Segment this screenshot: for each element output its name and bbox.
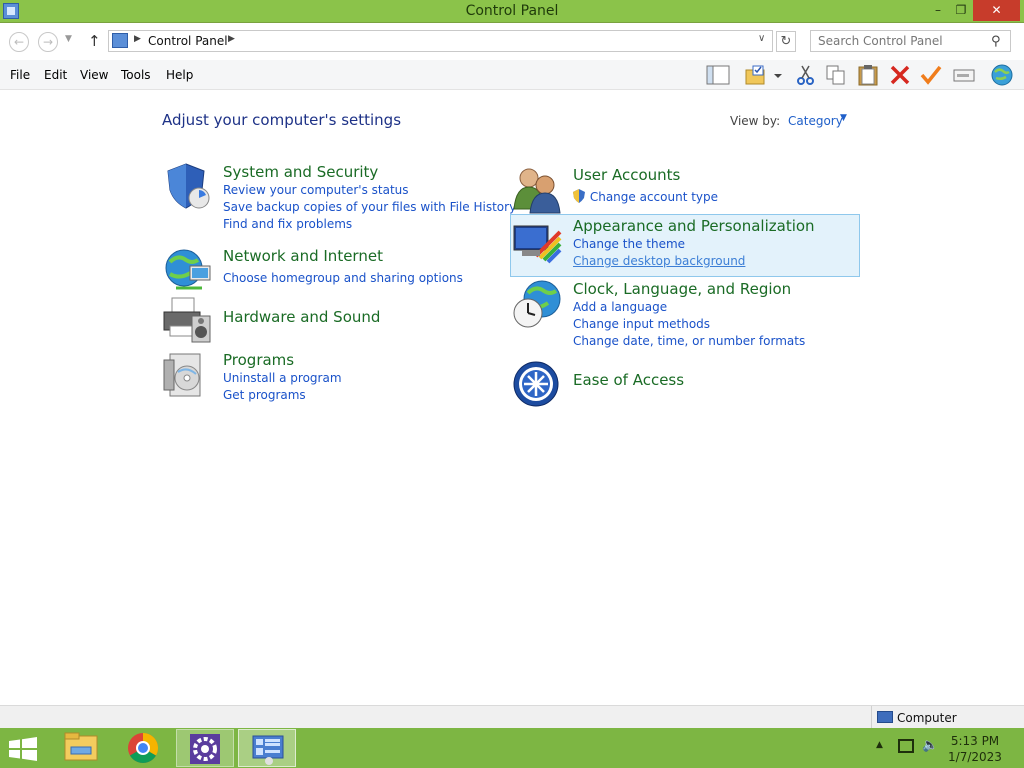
breadcrumb-control-panel[interactable]: Control Panel (148, 34, 228, 48)
hardware-and-sound-title[interactable]: Hardware and Sound (223, 308, 380, 326)
homegroup-sharing-link[interactable]: Choose homegroup and sharing options (223, 271, 463, 285)
status-bar: Computer (0, 705, 1024, 729)
cut-icon[interactable] (794, 64, 818, 86)
title-bar: Control Panel – ❐ ✕ (0, 0, 1024, 23)
show-hidden-icons-icon[interactable]: ▲ (876, 740, 883, 750)
chevron-down-icon[interactable] (772, 64, 784, 86)
forward-button[interactable]: → (38, 32, 58, 52)
clock-time[interactable]: 5:13 PM (940, 734, 1010, 748)
page-title: Adjust your computer's settings (162, 111, 402, 129)
appearance-and-personalization-title[interactable]: Appearance and Personalization (573, 217, 815, 235)
change-desktop-background-link[interactable]: Change desktop background (573, 254, 745, 268)
properties-icon[interactable] (952, 64, 976, 86)
breadcrumb-chevron-icon[interactable]: ▶ (134, 34, 141, 44)
find-fix-problems-link[interactable]: Find and fix problems (223, 217, 352, 231)
delete-icon[interactable] (888, 64, 912, 86)
chevron-down-icon[interactable]: ▼ (840, 113, 847, 123)
volume-icon[interactable]: 🔈 (922, 738, 938, 753)
status-divider (871, 706, 872, 729)
checkmark-icon[interactable] (919, 64, 943, 86)
users-icon[interactable] (512, 165, 562, 214)
breadcrumb-chevron-icon[interactable]: ▶ (228, 34, 235, 44)
clock-date[interactable]: 1/7/2023 (940, 750, 1010, 764)
network-globe-icon[interactable] (162, 246, 212, 294)
ease-of-access-icon[interactable] (512, 360, 562, 408)
menu-view[interactable]: View (80, 68, 108, 82)
menu-bar: File Edit View Tools Help (0, 60, 1024, 90)
menu-edit[interactable]: Edit (44, 68, 67, 82)
close-button[interactable]: ✕ (973, 0, 1020, 21)
clock-globe-icon[interactable] (512, 279, 562, 328)
maximize-button[interactable]: ❐ (946, 0, 976, 21)
change-date-time-formats-link[interactable]: Change date, time, or number formats (573, 334, 805, 348)
ease-of-access-title[interactable]: Ease of Access (573, 371, 684, 389)
layout-pane-icon[interactable] (706, 64, 730, 86)
view-by-label: View by: (730, 114, 781, 128)
menu-file[interactable]: File (10, 68, 30, 82)
window-title: Control Panel (465, 3, 559, 19)
search-box[interactable]: ⚲ (810, 30, 1011, 52)
taskbar: ▲ 🔈 5:13 PM 1/7/2023 (0, 728, 1024, 768)
view-by-dropdown[interactable]: Category (788, 114, 843, 128)
settings-gear-icon[interactable] (176, 729, 234, 767)
programs-title[interactable]: Programs (223, 351, 294, 369)
programs-disc-icon[interactable] (162, 350, 212, 398)
menu-tools[interactable]: Tools (121, 68, 151, 82)
display-color-icon[interactable] (512, 216, 562, 264)
user-accounts-title[interactable]: User Accounts (573, 166, 680, 184)
start-windows-icon[interactable] (8, 737, 38, 761)
folder-checkbox-icon[interactable] (744, 64, 768, 86)
control-panel-taskbar-icon[interactable] (238, 729, 296, 767)
menu-help[interactable]: Help (166, 68, 193, 82)
get-programs-link[interactable]: Get programs (223, 388, 306, 402)
add-language-link[interactable]: Add a language (573, 300, 667, 314)
up-arrow-icon[interactable]: ↑ (88, 32, 101, 50)
network-and-internet-title[interactable]: Network and Internet (223, 247, 383, 265)
computer-icon (877, 711, 893, 723)
uninstall-program-link[interactable]: Uninstall a program (223, 371, 342, 385)
copy-icon[interactable] (824, 64, 848, 86)
system-and-security-title[interactable]: System and Security (223, 163, 378, 181)
recent-locations-icon[interactable]: ▼ (65, 34, 72, 44)
globe-icon[interactable] (990, 64, 1014, 86)
chrome-icon[interactable] (114, 729, 172, 767)
change-theme-link[interactable]: Change the theme (573, 237, 685, 251)
navigation-bar: ← → ▼ ↑ ▶ Control Panel ▶ ∨ ↻ ⚲ (0, 23, 1024, 60)
paste-icon[interactable] (856, 64, 880, 86)
change-account-type-label: Change account type (589, 190, 719, 204)
chevron-down-icon[interactable]: ∨ (758, 33, 765, 44)
address-bar[interactable]: ▶ Control Panel ▶ ∨ (108, 30, 773, 52)
review-status-link[interactable]: Review your computer's status (223, 183, 409, 197)
file-explorer-icon[interactable] (52, 729, 110, 767)
search-icon[interactable]: ⚲ (991, 34, 1001, 49)
file-history-link[interactable]: Save backup copies of your files with Fi… (223, 200, 516, 214)
uac-shield-icon (573, 189, 585, 203)
control-panel-icon (112, 33, 128, 48)
back-button[interactable]: ← (9, 32, 29, 52)
printer-speaker-icon[interactable] (162, 296, 212, 344)
shield-icon[interactable] (162, 162, 212, 210)
search-input[interactable] (811, 31, 989, 51)
status-location: Computer (897, 711, 957, 725)
clock-language-region-title[interactable]: Clock, Language, and Region (573, 280, 791, 298)
network-status-icon[interactable] (898, 739, 914, 753)
change-account-type-link[interactable]: Change account type (572, 189, 718, 204)
change-input-methods-link[interactable]: Change input methods (573, 317, 710, 331)
refresh-button[interactable]: ↻ (776, 31, 796, 52)
